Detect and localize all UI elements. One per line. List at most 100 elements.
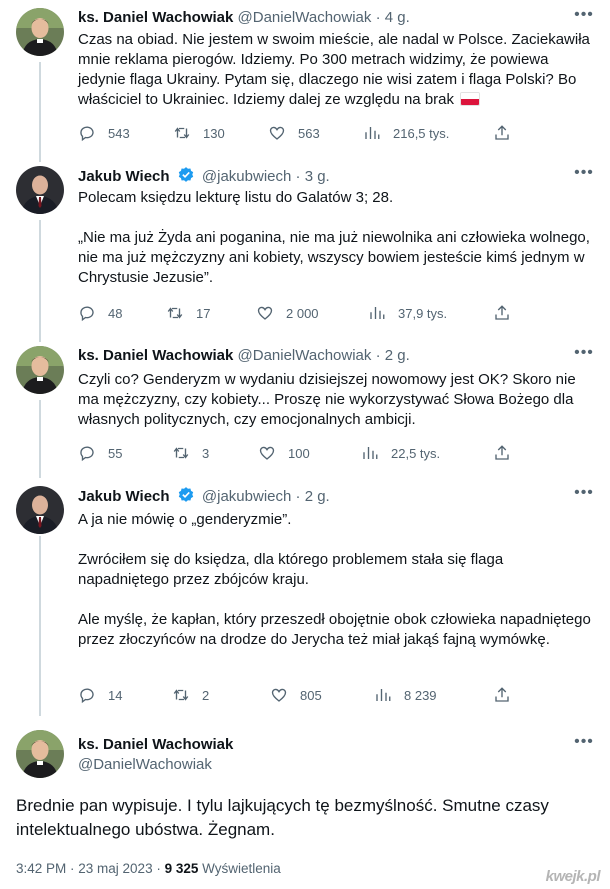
tweet-text-line: Ale myślę, że kapłan, który przeszedł ob… [78, 611, 591, 648]
author-name[interactable]: ks. Daniel Wachowiak [78, 735, 233, 755]
views-chart-icon [370, 307, 385, 319]
author-handle[interactable]: @jakubwiech [202, 488, 291, 505]
separator: · [375, 9, 381, 26]
author-handle[interactable]: @DanielWachowiak [238, 347, 372, 364]
separator: · [295, 168, 301, 185]
share-icon [495, 445, 509, 460]
main-tweet-header: ks. Daniel Wachowiak @DanielWachowiak [78, 735, 233, 775]
share-button[interactable] [493, 303, 511, 323]
author-name[interactable]: Jakub Wiech [78, 488, 170, 505]
like-count: 563 [298, 125, 320, 141]
like-button[interactable]: 563 [268, 123, 320, 143]
reply-button[interactable]: 48 [78, 303, 122, 323]
retweet-count: 2 [202, 687, 210, 703]
retweet-button[interactable]: 130 [173, 123, 225, 143]
share-button[interactable] [493, 443, 511, 463]
like-count: 2 000 [286, 305, 319, 321]
retweet-button[interactable]: 3 [172, 443, 209, 463]
views-button[interactable]: 216,5 tys. [363, 123, 449, 143]
watermark-logo: kwejk.pl [545, 868, 601, 885]
tweet-text-line: Polecam księdzu lekturę listu do Galatów… [78, 189, 394, 206]
tweet-timestamp[interactable]: 3:42 PM · 23 maj 2023 · [16, 861, 161, 876]
reply-count: 48 [108, 305, 123, 321]
author-handle[interactable]: @DanielWachowiak [78, 755, 233, 775]
avatar[interactable] [16, 8, 64, 56]
tweet-meta: 3:42 PM · 23 maj 2023 · 9 325 Wyświetlen… [16, 861, 281, 876]
priest-avatar-icon [16, 8, 64, 56]
reply-button[interactable]: 55 [78, 443, 122, 463]
view-count: 8 239 [404, 687, 437, 703]
share-icon [495, 125, 509, 140]
priest-avatar-icon [16, 730, 64, 778]
retweet-icon [173, 689, 189, 701]
tweet[interactable]: Jakub Wiech @jakubwiech · 2 g. ••• A ja … [0, 485, 610, 716]
tweet-text-line: A ja nie mówię o „genderyzmie”. [78, 511, 292, 528]
tweet-header: ks. Daniel Wachowiak @DanielWachowiak · … [78, 346, 410, 366]
author-name[interactable]: ks. Daniel Wachowiak [78, 347, 233, 364]
more-options-icon[interactable]: ••• [574, 345, 594, 364]
tweet-text-line: „Nie ma już Żyda ani poganina, nie ma ju… [78, 229, 590, 286]
views-chart-icon [365, 127, 380, 139]
timestamp[interactable]: 2 g. [385, 347, 410, 364]
tweet-header: Jakub Wiech @jakubwiech · 2 g. [78, 486, 330, 507]
reply-button[interactable]: 543 [78, 123, 130, 143]
tweet[interactable]: ks. Daniel Wachowiak @DanielWachowiak · … [0, 345, 610, 476]
reply-icon [80, 688, 94, 704]
retweet-button[interactable]: 2 [172, 685, 209, 705]
avatar[interactable] [16, 166, 64, 214]
like-button[interactable]: 805 [270, 685, 322, 705]
avatar[interactable] [16, 346, 64, 394]
tweet-text-line: Czas na obiad. Nie jestem w swoim mieści… [78, 31, 590, 108]
timestamp[interactable]: 4 g. [385, 9, 410, 26]
tweet-actions: 543 130 563 216,5 tys. [78, 123, 518, 143]
separator: · [375, 347, 381, 364]
more-options-icon[interactable]: ••• [574, 485, 594, 504]
reply-button[interactable]: 14 [78, 685, 122, 705]
author-handle[interactable]: @jakubwiech [202, 168, 291, 185]
like-button[interactable]: 2 000 [256, 303, 319, 323]
heart-icon [269, 126, 285, 140]
more-options-icon[interactable]: ••• [574, 7, 594, 26]
retweet-button[interactable]: 17 [166, 303, 210, 323]
share-button[interactable] [493, 685, 511, 705]
retweet-icon [174, 127, 190, 139]
heart-icon [271, 688, 287, 702]
reply-icon [80, 306, 94, 322]
views-button[interactable]: 37,9 tys. [368, 303, 447, 323]
timestamp[interactable]: 3 g. [305, 168, 330, 185]
timestamp[interactable]: 2 g. [305, 488, 330, 505]
reply-count: 14 [108, 687, 123, 703]
tweet-text: Czas na obiad. Nie jestem w swoim mieści… [78, 30, 593, 110]
separator: · [295, 488, 301, 505]
man-in-suit-avatar-icon [16, 166, 64, 214]
tweet-text-line: Zwróciłem się do księdza, dla którego pr… [78, 551, 504, 588]
retweet-count: 17 [196, 305, 211, 321]
tweet[interactable]: ks. Daniel Wachowiak @DanielWachowiak · … [0, 7, 610, 158]
reply-icon [80, 126, 94, 142]
avatar[interactable] [16, 730, 64, 778]
heart-icon [257, 306, 273, 320]
views-button[interactable]: 22,5 tys. [361, 443, 440, 463]
share-icon [495, 305, 509, 320]
like-button[interactable]: 100 [258, 443, 310, 463]
verified-badge-icon [178, 167, 193, 182]
reply-icon [80, 446, 94, 462]
views-button[interactable]: 8 239 [374, 685, 437, 705]
more-options-icon[interactable]: ••• [574, 165, 594, 184]
tweet-header: ks. Daniel Wachowiak @DanielWachowiak · … [78, 8, 410, 28]
share-button[interactable] [493, 123, 511, 143]
like-count: 805 [300, 687, 322, 703]
author-name[interactable]: Jakub Wiech [78, 168, 170, 185]
verified-badge-icon [178, 487, 193, 502]
author-name[interactable]: ks. Daniel Wachowiak [78, 9, 233, 26]
tweet-header: Jakub Wiech @jakubwiech · 3 g. [78, 166, 330, 187]
more-options-icon[interactable]: ••• [574, 734, 594, 753]
tweet[interactable]: Jakub Wiech @jakubwiech · 3 g. ••• Polec… [0, 165, 610, 341]
polish-flag-icon [460, 92, 481, 106]
view-count: 216,5 tys. [393, 125, 450, 141]
views-label: Wyświetlenia [202, 861, 281, 876]
author-handle[interactable]: @DanielWachowiak [238, 9, 372, 26]
tweet-actions: 55 3 100 22,5 tys. [78, 443, 518, 463]
heart-icon [259, 446, 275, 460]
avatar[interactable] [16, 486, 64, 534]
